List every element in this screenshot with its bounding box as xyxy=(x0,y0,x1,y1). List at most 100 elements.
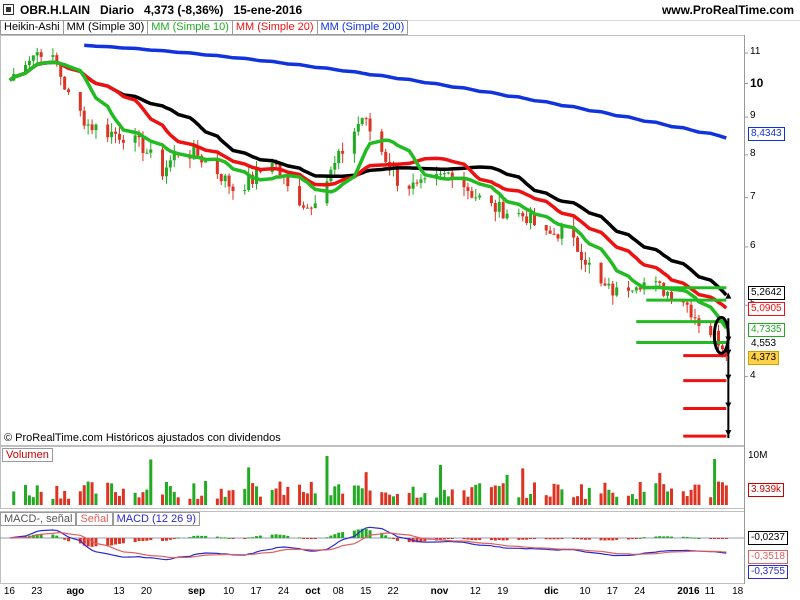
volume-bar xyxy=(439,464,443,505)
volume-bar xyxy=(39,491,43,505)
candle-body xyxy=(709,325,713,336)
volume-bar xyxy=(611,492,615,505)
volume-bar xyxy=(219,488,223,505)
volume-bar xyxy=(305,493,309,505)
volume-bar xyxy=(23,484,27,505)
volume-bar xyxy=(110,483,114,505)
mm20-value-label: 5,0905 xyxy=(748,302,785,316)
macd-histogram-bar xyxy=(603,538,607,541)
volume-bar xyxy=(697,484,701,505)
macd-histogram-bar xyxy=(121,538,125,544)
macd-histogram-bar xyxy=(270,534,274,538)
volume-bar xyxy=(670,488,674,505)
macd-hist-value-label: -0,0237 xyxy=(748,531,788,545)
volume-pane-title[interactable]: Volumen xyxy=(2,448,53,462)
macd-histogram-bar xyxy=(59,537,63,539)
candle-body xyxy=(685,302,689,305)
macd-histogram-bar xyxy=(301,538,305,539)
mm200-line xyxy=(84,43,727,140)
candle-body xyxy=(67,89,71,93)
candle-body xyxy=(470,190,474,198)
time-tick-label: 15 xyxy=(360,586,372,597)
candle-body xyxy=(693,317,697,319)
volume-axis-tick: 10M xyxy=(748,450,768,461)
time-tick-label: 16 xyxy=(3,586,15,597)
volume-bar xyxy=(200,495,204,505)
macd-histogram-bar xyxy=(215,536,219,538)
volume-bar xyxy=(450,489,454,505)
legend-macd-hist[interactable]: MACD-, señal xyxy=(0,512,77,526)
candle-body xyxy=(168,160,172,168)
macd-histogram-bar xyxy=(176,537,180,539)
volume-bar xyxy=(407,492,411,505)
macd-histogram-bar xyxy=(67,538,71,542)
time-tick-label: 10 xyxy=(223,586,235,597)
volume-bar xyxy=(223,496,227,505)
macd-histogram-bar xyxy=(219,537,223,539)
macd-histogram-bar xyxy=(110,538,114,546)
macd-histogram-bar xyxy=(544,538,548,540)
volume-bar xyxy=(654,483,658,505)
volume-bar xyxy=(720,482,724,505)
candle-body xyxy=(599,262,603,284)
candle-body xyxy=(446,172,450,174)
time-tick-label: nov xyxy=(430,586,449,597)
volume-bar xyxy=(544,495,548,505)
time-tick-label: 20 xyxy=(140,586,152,597)
candle-body xyxy=(544,225,548,231)
macd-histogram-bar xyxy=(493,538,497,541)
volume-bar xyxy=(27,495,31,505)
volume-bar xyxy=(384,492,388,505)
macd-histogram-bar xyxy=(552,538,556,540)
time-tick-label: 17 xyxy=(250,586,262,597)
candle-body xyxy=(478,195,482,198)
volume-bar xyxy=(392,496,396,505)
volume-bar xyxy=(188,498,192,505)
candle-body xyxy=(576,237,580,252)
legend-macd[interactable]: MACD (12 26 9) xyxy=(112,512,201,526)
volume-bar xyxy=(258,496,262,505)
candle-body xyxy=(219,173,223,182)
macd-histogram-bar xyxy=(532,538,536,540)
candle-body xyxy=(626,287,630,291)
mm200-value-label: 8,4343 xyxy=(748,127,785,141)
macd-histogram-bar xyxy=(654,536,658,538)
macd-histogram-bar xyxy=(313,538,317,539)
volume-bar xyxy=(607,489,611,505)
time-tick-label: 23 xyxy=(31,586,43,597)
macd-histogram-bar xyxy=(470,538,474,541)
mm10-line xyxy=(8,60,728,330)
candle-body xyxy=(341,150,345,154)
macd-histogram-bar xyxy=(305,538,309,539)
candle-body xyxy=(305,207,309,209)
volume-bar xyxy=(12,491,16,505)
mm10-value-label: 4,7335 xyxy=(748,323,785,337)
macd-histogram-bar xyxy=(587,538,591,540)
volume-bar xyxy=(364,472,368,505)
candle-body xyxy=(505,213,509,219)
volume-bar xyxy=(141,492,145,505)
legend-signal[interactable]: Señal xyxy=(76,512,113,526)
macd-histogram-bar xyxy=(717,538,721,539)
macd-histogram-bar xyxy=(384,535,388,538)
macd-histogram-bar xyxy=(282,535,286,538)
volume-bar xyxy=(493,485,497,505)
candle-body xyxy=(27,60,31,66)
volume-bar xyxy=(51,498,55,505)
volume-bar xyxy=(329,495,333,505)
volume-bar xyxy=(161,494,165,505)
volume-bar xyxy=(192,483,196,505)
volume-bar xyxy=(466,496,470,505)
volume-bar xyxy=(59,498,63,505)
macd-histogram-bar xyxy=(466,538,470,540)
volume-bar xyxy=(278,481,282,505)
volume-bar xyxy=(168,485,172,505)
macd-histogram-bar xyxy=(497,538,501,541)
candle-body xyxy=(117,133,121,140)
volume-bar xyxy=(227,490,231,505)
macd-histogram-bar xyxy=(662,536,666,538)
volume-bar xyxy=(309,481,313,505)
macd-histogram-bar xyxy=(258,535,262,538)
price-chart-canvas[interactable] xyxy=(0,0,800,600)
volume-bar xyxy=(497,486,501,505)
